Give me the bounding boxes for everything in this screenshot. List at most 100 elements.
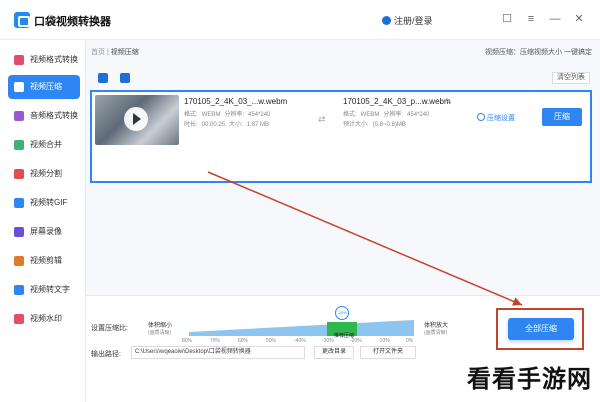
sidebar-item-label: 音频格式转换	[30, 111, 78, 120]
text-icon	[14, 285, 24, 295]
edit-name-icon[interactable]: ✎	[445, 97, 452, 106]
compression-slider[interactable]	[189, 316, 414, 336]
add-file-icon[interactable]	[98, 73, 108, 83]
sidebar-item-label: 视频转GIF	[30, 198, 68, 207]
source-meta-line2: 时长: 00:00:25 大小: 1.87 MB	[184, 120, 273, 130]
breadcrumb-home[interactable]: 首页	[91, 49, 105, 56]
breadcrumb: 首页 | 视频压缩	[91, 47, 139, 57]
compress-icon	[14, 82, 24, 92]
file-icon[interactable]: ☐	[500, 12, 514, 26]
tick-label: 60%	[238, 338, 249, 344]
add-folder-icon[interactable]	[120, 73, 130, 83]
login-link[interactable]: 注册/登录	[382, 14, 433, 27]
sidebar-item-video-compress[interactable]: 视频压缩	[8, 75, 80, 99]
target-meta-line2: 预计大小: (0.8~0.8)MB	[343, 120, 410, 130]
target-meta-line1: 格式: WEBM 分辨率: 454*240	[343, 110, 433, 120]
small-sub: (画质清晰)	[148, 330, 172, 336]
sidebar-item-label: 视频合并	[30, 140, 62, 149]
sidebar-item-label: 视频剪辑	[30, 256, 62, 265]
video-format-icon	[14, 55, 24, 65]
breadcrumb-current: 视频压缩	[110, 49, 139, 56]
app-window: 口袋视频转换器 注册/登录 ☐ ≡ — ✕ 视频格式转换 视频压缩 音频格式转换…	[0, 0, 600, 402]
source-format-label: 格式:	[184, 112, 198, 118]
compress-button[interactable]: 压缩	[542, 108, 582, 126]
small-label: 体积缩小	[148, 323, 173, 329]
tick-label: 0%	[406, 338, 414, 344]
close-icon[interactable]: ✕	[572, 12, 586, 26]
audio-icon	[14, 111, 24, 121]
sidebar-item-label: 视频水印	[30, 314, 62, 323]
large-label: 体积放大	[424, 323, 449, 329]
clear-list-button[interactable]: 清空列表	[552, 72, 590, 84]
sidebar-item-video-watermark[interactable]: 视频水印	[8, 307, 80, 331]
tick-label: 80%	[182, 338, 193, 344]
sidebar-item-label: 屏幕录像	[30, 227, 62, 236]
target-format: WEBM	[360, 112, 380, 118]
target-filename: 170105_2_4K_03_p...w.webm	[343, 97, 451, 106]
tick-label: -30%	[322, 338, 334, 344]
app-logo-icon	[14, 12, 30, 28]
watermark-icon	[14, 314, 24, 324]
watermark-text: 看看手游网	[467, 365, 592, 393]
target-res-label: 分辨率:	[383, 112, 404, 118]
sidebar-item-video-format[interactable]: 视频格式转换	[8, 48, 80, 72]
source-duration: 00:00:25	[201, 122, 226, 128]
play-icon[interactable]	[124, 107, 148, 131]
compress-all-button[interactable]: 全部压缩	[508, 318, 574, 340]
edit-icon	[14, 256, 24, 266]
sidebar-item-label: 视频压缩	[30, 82, 62, 91]
change-dir-button[interactable]: 更改目录	[314, 346, 354, 359]
slider-handle[interactable]: -20%	[335, 306, 349, 320]
tick-label: 70%	[210, 338, 221, 344]
menu-icon[interactable]: ≡	[524, 12, 538, 26]
sidebar-item-label: 视频格式转换	[30, 55, 78, 64]
sidebar-item-screen-record[interactable]: 屏幕录像	[8, 220, 80, 244]
sidebar-item-video-merge[interactable]: 视频合并	[8, 133, 80, 157]
source-res-label: 分辨率:	[224, 112, 245, 118]
source-meta-line1: 格式: WEBM 分辨率: 454*240	[184, 110, 274, 120]
target-resolution: 454*240	[407, 112, 430, 118]
output-path-input[interactable]: C:\Users\wqeaoiw\Desktop\口袋视频转换器	[131, 346, 305, 359]
app-title: 口袋视频转换器	[34, 16, 111, 28]
record-icon	[14, 227, 24, 237]
sidebar-item-video-gif[interactable]: 视频转GIF	[8, 191, 80, 215]
open-folder-button[interactable]: 打开文件夹	[360, 346, 416, 359]
target-est-label: 预计大小:	[343, 122, 369, 128]
tick-label: -40%	[294, 338, 306, 344]
user-icon	[382, 16, 391, 25]
compress-all-highlight: 全部压缩	[496, 308, 584, 350]
video-thumbnail[interactable]	[95, 95, 179, 145]
tick-label: 50%	[266, 338, 277, 344]
sidebar-item-label: 视频分割	[30, 169, 62, 178]
sidebar: 视频格式转换 视频压缩 音频格式转换 视频合并 视频分割 视频转GIF 屏幕录像…	[0, 40, 86, 402]
minimize-icon[interactable]: —	[548, 12, 562, 26]
sidebar-item-video-edit[interactable]: 视频剪辑	[8, 249, 80, 273]
merge-icon	[14, 140, 24, 150]
sidebar-item-label: 视频转文字	[30, 285, 70, 294]
convert-arrow-icon: ⇄	[318, 114, 326, 124]
source-format: WEBM	[201, 112, 221, 118]
sidebar-item-video-split[interactable]: 视频分割	[8, 162, 80, 186]
source-duration-label: 时长:	[184, 122, 198, 128]
file-row[interactable]: 170105_2_4K_03_...w.webm 格式: WEBM 分辨率: 454*…	[90, 90, 592, 183]
source-size-label: 大小:	[229, 122, 243, 128]
large-sub: (画质清晰)	[424, 330, 448, 336]
tick-label: -20%	[350, 338, 362, 344]
ratio-label: 设置压缩比:	[91, 325, 128, 332]
page-hint: 视频压缩：压缩视频大小 一键搞定	[485, 49, 592, 56]
path-label: 输出路径:	[91, 351, 121, 358]
title-bar: 口袋视频转换器 注册/登录 ☐ ≡ — ✕	[0, 0, 600, 40]
source-resolution: 454*240	[248, 112, 271, 118]
target-format-label: 格式:	[343, 112, 357, 118]
sidebar-item-video-text[interactable]: 视频转文字	[8, 278, 80, 302]
source-size: 1.87 MB	[246, 122, 270, 128]
gear-icon	[477, 113, 485, 121]
compress-settings-label: 压缩设置	[487, 115, 515, 122]
split-icon	[14, 169, 24, 179]
main-panel: 首页 | 视频压缩 视频压缩：压缩视频大小 一键搞定 清空列表 170105_2…	[86, 40, 600, 402]
sidebar-item-audio-format[interactable]: 音频格式转换	[8, 104, 80, 128]
tick-label: -10%	[378, 338, 390, 344]
source-filename: 170105_2_4K_03_...w.webm	[184, 97, 288, 106]
login-label: 注册/登录	[394, 16, 433, 26]
compress-settings-link[interactable]: 压缩设置	[477, 113, 515, 123]
